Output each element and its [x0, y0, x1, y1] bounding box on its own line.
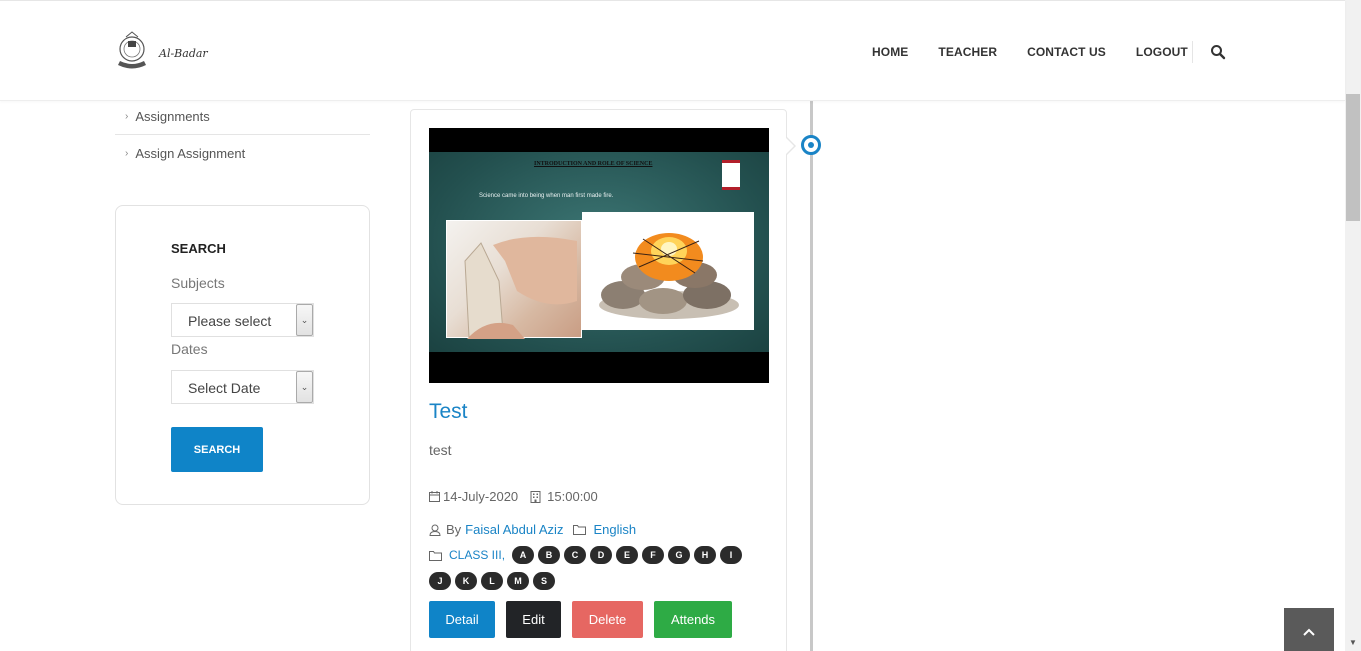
- section-pill[interactable]: H: [694, 546, 716, 564]
- folder-icon: [573, 525, 587, 535]
- logo-wordmark: Al-Badar: [159, 47, 208, 60]
- scroll-down-arrow-icon[interactable]: ▼: [1349, 638, 1357, 647]
- attends-button[interactable]: Attends: [654, 601, 732, 638]
- section-pill[interactable]: E: [616, 546, 638, 564]
- section-pills-row-2: J K L M S: [429, 572, 559, 598]
- sidebar-item-label: Assign Assignment: [135, 146, 246, 161]
- subjects-select-value: Please select: [188, 313, 272, 329]
- subject-link[interactable]: English: [593, 522, 636, 537]
- folder-icon: [429, 550, 442, 561]
- slide-text: Science came into being when man first m…: [479, 193, 614, 199]
- scrollbar-thumb[interactable]: [1346, 94, 1360, 221]
- building-icon: [530, 490, 541, 503]
- flint-stone-image: [446, 220, 582, 339]
- assignment-datetime: 14-July-2020 15:00:00: [429, 489, 598, 504]
- chevron-right-icon: ›: [125, 111, 129, 122]
- assignment-description: test: [429, 442, 452, 458]
- section-pill[interactable]: D: [590, 546, 612, 564]
- assignment-title[interactable]: Test: [429, 400, 468, 424]
- main-nav: HOME TEACHER CONTACT US LOGOUT: [872, 45, 1218, 59]
- timeline-dot-icon: [801, 135, 821, 155]
- section-pill[interactable]: J: [429, 572, 451, 590]
- dates-label: Dates: [171, 341, 208, 357]
- nav-logout[interactable]: LOGOUT: [1136, 45, 1188, 59]
- subjects-select[interactable]: Please select ⌄: [171, 303, 314, 337]
- sidebar-item-label: Assignments: [135, 109, 210, 124]
- dates-select[interactable]: Select Date ⌄: [171, 370, 314, 404]
- calendar-icon: [429, 491, 440, 502]
- assignment-date: 14-July-2020: [443, 489, 519, 504]
- scroll-to-top-button[interactable]: [1284, 608, 1334, 651]
- delete-button[interactable]: Delete: [572, 601, 643, 638]
- section-pill[interactable]: L: [481, 572, 503, 590]
- chevron-down-icon: ⌄: [296, 304, 313, 336]
- detail-button[interactable]: Detail: [429, 601, 495, 638]
- section-pill[interactable]: M: [507, 572, 529, 590]
- slide-preview: INTRODUCTION AND ROLE OF SCIENCE Science…: [429, 152, 769, 352]
- site-header: Al-Badar HOME TEACHER CONTACT US LOGOUT: [0, 0, 1345, 101]
- search-button[interactable]: SEARCH: [171, 427, 263, 472]
- page-scrollbar[interactable]: ▼: [1345, 0, 1361, 651]
- nav-contact-us[interactable]: CONTACT US: [1027, 45, 1106, 59]
- edit-button[interactable]: Edit: [506, 601, 561, 638]
- section-pill[interactable]: B: [538, 546, 560, 564]
- search-panel: SEARCH Subjects Please select ⌄ Dates Se…: [115, 205, 370, 505]
- user-icon: [429, 524, 441, 536]
- sidebar-divider: [115, 134, 370, 135]
- search-icon[interactable]: [1210, 44, 1226, 60]
- chevron-right-icon: ›: [125, 148, 129, 159]
- chevron-up-icon: [1303, 628, 1315, 636]
- assignment-thumbnail[interactable]: INTRODUCTION AND ROLE OF SCIENCE Science…: [429, 128, 769, 383]
- fire-stones-image: [582, 212, 754, 330]
- nav-teacher[interactable]: TEACHER: [938, 45, 997, 59]
- dates-select-value: Select Date: [188, 380, 261, 396]
- card-pointer: [785, 136, 796, 156]
- assignment-class-row: CLASS III,: [429, 548, 505, 562]
- sidebar-item-assign-assignment[interactable]: › Assign Assignment: [125, 146, 245, 161]
- slide-title: INTRODUCTION AND ROLE OF SCIENCE: [534, 161, 653, 167]
- search-panel-title: SEARCH: [171, 241, 226, 256]
- section-pill[interactable]: S: [533, 572, 555, 590]
- section-pill[interactable]: G: [668, 546, 690, 564]
- slide-logo-icon: [722, 160, 740, 190]
- assignment-author-row: By Faisal Abdul Aziz English: [429, 522, 636, 537]
- school-logo[interactable]: Al-Badar: [116, 31, 212, 73]
- author-link[interactable]: Faisal Abdul Aziz: [465, 522, 563, 537]
- section-pills-row-1: A B C D E F G H I: [512, 546, 757, 572]
- sidebar-item-assignments[interactable]: › Assignments: [125, 109, 210, 124]
- section-pill[interactable]: F: [642, 546, 664, 564]
- nav-home[interactable]: HOME: [872, 45, 908, 59]
- assignment-time: 15:00:00: [547, 489, 598, 504]
- subjects-label: Subjects: [171, 275, 225, 291]
- section-pill[interactable]: C: [564, 546, 586, 564]
- section-pill[interactable]: A: [512, 546, 534, 564]
- author-prefix: By: [446, 522, 462, 537]
- timeline-line: [810, 101, 813, 651]
- assignment-card: INTRODUCTION AND ROLE OF SCIENCE Science…: [410, 109, 787, 651]
- class-link[interactable]: CLASS III,: [449, 548, 505, 562]
- nav-divider: [1192, 41, 1193, 63]
- chevron-down-icon: ⌄: [296, 371, 313, 403]
- section-pill[interactable]: K: [455, 572, 477, 590]
- section-pill[interactable]: I: [720, 546, 742, 564]
